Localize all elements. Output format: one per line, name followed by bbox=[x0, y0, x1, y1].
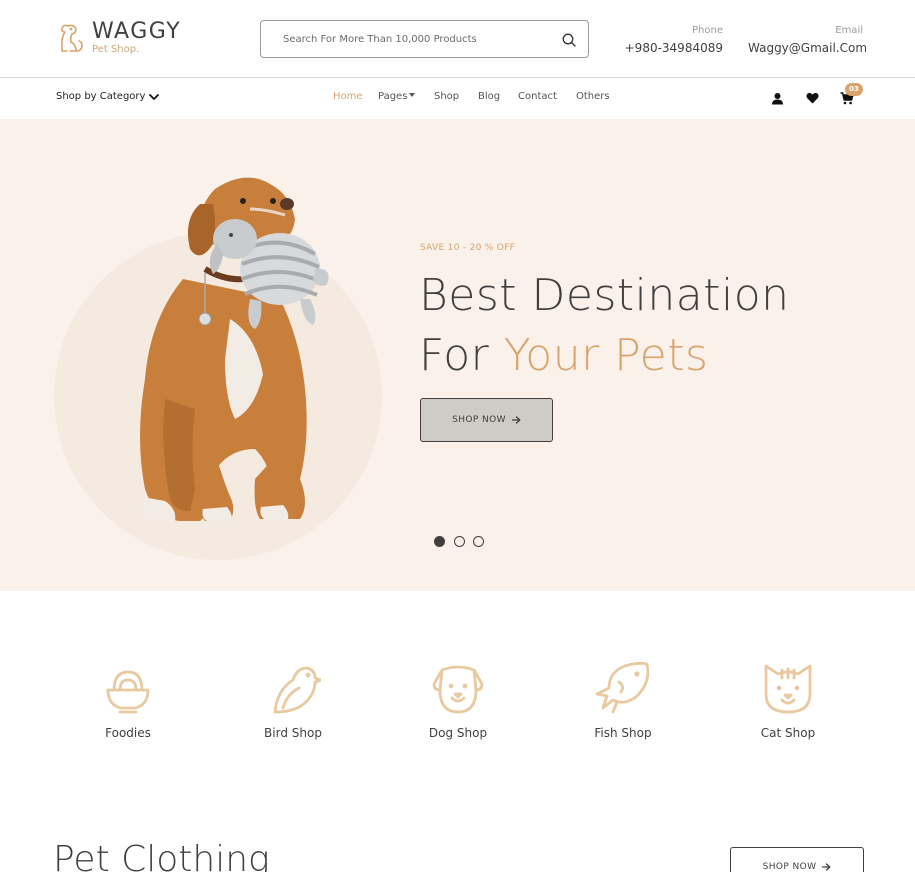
section-shop-now-label: SHOP NOW bbox=[762, 862, 817, 872]
bird-icon bbox=[273, 666, 321, 714]
carousel-dot-3[interactable] bbox=[473, 536, 484, 547]
hero-discount-text: SAVE 10 - 20 % OFF bbox=[420, 243, 516, 253]
category-bird-shop[interactable]: Bird Shop bbox=[233, 660, 353, 740]
email-label: Email bbox=[835, 25, 863, 36]
nav-shop[interactable]: Shop bbox=[434, 91, 478, 102]
category-fish-shop-label: Fish Shop bbox=[594, 726, 652, 740]
nav-pages-label: Pages bbox=[378, 91, 408, 102]
main-menu: Home Pages Shop Blog Contact Others bbox=[333, 91, 610, 102]
email-address[interactable]: Waggy@Gmail.Com bbox=[748, 40, 867, 56]
brand-logo[interactable]: WAGGY Pet Shop. bbox=[56, 20, 181, 56]
category-fish-shop[interactable]: Fish Shop bbox=[563, 660, 683, 740]
fish-icon bbox=[595, 661, 650, 714]
hero-shop-now-label: SHOP NOW bbox=[452, 415, 506, 425]
top-header: WAGGY Pet Shop. Phone +980-34984089 Emai… bbox=[0, 0, 915, 78]
nav-blog[interactable]: Blog bbox=[478, 91, 518, 102]
hero-shop-now-button[interactable]: SHOP NOW bbox=[420, 398, 553, 442]
nav-pages[interactable]: Pages bbox=[378, 91, 434, 102]
category-cat-shop-label: Cat Shop bbox=[760, 726, 816, 740]
hero-title-line2-plain: For bbox=[419, 330, 490, 381]
category-bird-shop-label: Bird Shop bbox=[264, 726, 322, 740]
dog-icon bbox=[432, 665, 484, 714]
phone-contact: Phone +980-34984089 bbox=[620, 24, 723, 56]
dog-with-toy-image bbox=[140, 177, 329, 523]
heart-icon[interactable] bbox=[803, 89, 821, 107]
hero-title: Best Destination For Your Pets bbox=[419, 266, 790, 386]
caret-down-icon bbox=[409, 93, 416, 97]
category-dog-shop[interactable]: Dog Shop bbox=[398, 660, 518, 740]
arrow-right-icon bbox=[822, 863, 831, 871]
section-shop-now-button[interactable]: SHOP NOW bbox=[730, 847, 864, 872]
dog-logo-icon bbox=[60, 24, 83, 52]
brand-tagline: Pet Shop. bbox=[92, 44, 140, 55]
search-input[interactable] bbox=[283, 30, 553, 48]
hero-title-line2-accent: Your Pets bbox=[503, 330, 709, 381]
hero-banner: SAVE 10 - 20 % OFF Best Destination For … bbox=[0, 119, 915, 591]
category-list: Foodies Bird Shop Dog Shop Fish Shop Cat… bbox=[0, 660, 915, 770]
shop-by-category-label: Shop by Category bbox=[56, 91, 146, 102]
cat-icon bbox=[764, 664, 812, 714]
category-foodies-label: Foodies bbox=[105, 726, 151, 740]
shop-by-category-button[interactable]: Shop by Category bbox=[56, 91, 160, 102]
nav-home[interactable]: Home bbox=[333, 91, 378, 102]
user-icon[interactable] bbox=[768, 89, 786, 107]
search-icon[interactable] bbox=[561, 32, 577, 48]
search-box bbox=[260, 20, 589, 58]
category-dog-shop-label: Dog Shop bbox=[428, 726, 488, 740]
nav-contact[interactable]: Contact bbox=[518, 91, 576, 102]
cart-count-badge: 03 bbox=[845, 83, 863, 96]
category-foodies[interactable]: Foodies bbox=[68, 660, 188, 740]
brand-name: WAGGY bbox=[92, 19, 182, 44]
section-title: Pet Clothing bbox=[53, 839, 270, 872]
carousel-dots bbox=[434, 536, 493, 547]
phone-number[interactable]: +980-34984089 bbox=[620, 40, 723, 56]
email-contact: Email Waggy@Gmail.Com bbox=[748, 24, 867, 56]
food-bowl-icon bbox=[106, 670, 150, 714]
arrow-right-icon bbox=[511, 416, 521, 424]
category-cat-shop[interactable]: Cat Shop bbox=[728, 660, 848, 740]
carousel-dot-1[interactable] bbox=[434, 536, 445, 547]
main-navbar: Shop by Category Home Pages Shop Blog Co… bbox=[0, 79, 915, 119]
hero-title-line1: Best Destination bbox=[419, 270, 790, 321]
chevron-down-icon bbox=[149, 93, 160, 100]
nav-icons bbox=[768, 89, 856, 107]
phone-label: Phone bbox=[692, 25, 723, 36]
carousel-dot-2[interactable] bbox=[453, 536, 465, 547]
nav-others[interactable]: Others bbox=[576, 91, 610, 102]
